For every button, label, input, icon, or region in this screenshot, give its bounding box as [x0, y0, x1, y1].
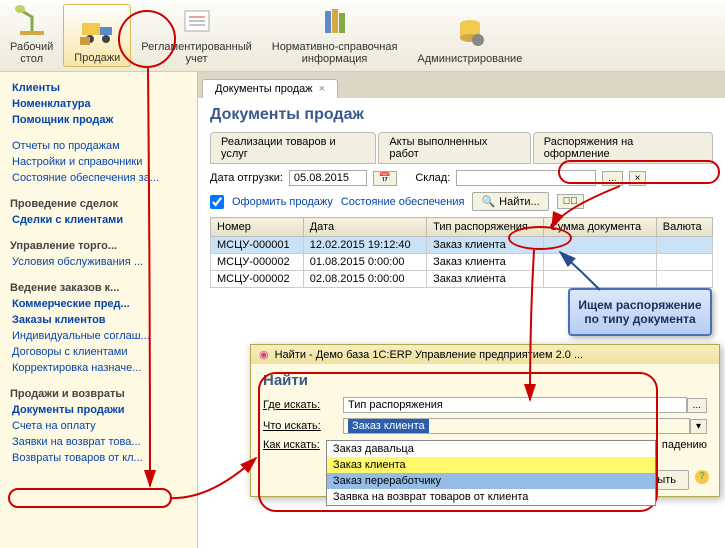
sidebar-item-contracts[interactable]: Договоры с клиентами: [4, 344, 193, 360]
close-icon[interactable]: ×: [319, 83, 325, 95]
help-icon[interactable]: ?: [695, 470, 709, 484]
col-currency[interactable]: Валюта: [656, 218, 712, 237]
sidebar-item-provision-state[interactable]: Состояние обеспечения за...: [4, 170, 193, 186]
sidebar-header-deals: Проведение сделок: [4, 196, 193, 212]
sidebar-item-nomenclature[interactable]: Номенклатура: [4, 96, 193, 112]
action-row: Оформить продажу Состояние обеспечения 🔍…: [210, 192, 713, 211]
desk-lamp-icon: [13, 3, 51, 39]
tab-sales-docs[interactable]: Документы продаж ×: [202, 79, 338, 98]
sidebar-item-return-requests[interactable]: Заявки на возврат това...: [4, 434, 193, 450]
sklad-input[interactable]: [456, 170, 596, 186]
issue-sale-link[interactable]: Оформить продажу: [232, 196, 333, 208]
table-row[interactable]: МСЦУ-000001 12.02.2015 19:12:40 Заказ кл…: [211, 237, 713, 254]
find-button[interactable]: 🔍 Найти...: [472, 192, 548, 211]
database-gear-icon: [451, 13, 489, 51]
toolbar-accounting[interactable]: Регламентированныйучет: [131, 4, 262, 67]
sidebar: Клиенты Номенклатура Помощник продаж Отч…: [0, 72, 198, 548]
where-select-button[interactable]: ...: [687, 398, 707, 413]
page-title: Документы продаж: [210, 106, 713, 124]
sidebar-item-commercial[interactable]: Коммерческие пред...: [4, 296, 193, 312]
toolbar-desktop[interactable]: Рабочийстол: [0, 4, 63, 67]
sidebar-header-orders: Ведение заказов к...: [4, 280, 193, 296]
sidebar-item-sales-docs[interactable]: Документы продажи: [4, 402, 193, 418]
sklad-select-button[interactable]: ...: [602, 171, 622, 186]
col-number[interactable]: Номер: [211, 218, 304, 237]
where-label: Где искать:: [263, 399, 343, 411]
date-input[interactable]: [289, 170, 367, 186]
sidebar-item-invoices[interactable]: Счета на оплату: [4, 418, 193, 434]
books-icon: [316, 3, 354, 39]
sidebar-header-trade: Управление торго...: [4, 238, 193, 254]
truck-icon: [78, 12, 116, 50]
dropdown-item[interactable]: Заказ давальца: [327, 441, 655, 457]
top-toolbar: Рабочийстол Продажи Регламентированныйуч…: [0, 0, 725, 72]
issue-sale-checkbox[interactable]: [210, 195, 224, 209]
app-icon: ◉: [259, 348, 269, 361]
find-dialog-titlebar[interactable]: ◉ Найти - Демо база 1C:ERP Управление пр…: [251, 345, 719, 364]
sidebar-item-client-deals[interactable]: Сделки с клиентами: [4, 212, 193, 228]
subtab-orders[interactable]: Распоряжения на оформление: [533, 132, 713, 164]
clear-find-button[interactable]: 🔍⃠: [557, 194, 584, 209]
magnifier-icon: 🔍: [481, 195, 495, 208]
sidebar-item-settings[interactable]: Настройки и справочники: [4, 154, 193, 170]
what-dropdown-button[interactable]: ▾: [690, 419, 707, 434]
dropdown-item[interactable]: Заявка на возврат товаров от клиента: [327, 489, 655, 505]
find-heading: Найти: [263, 372, 707, 389]
what-dropdown-list: Заказ давальца Заказ клиента Заказ перер…: [326, 440, 656, 506]
sklad-clear-button[interactable]: ×: [629, 171, 647, 186]
dropdown-item[interactable]: Заказ переработчику: [327, 473, 655, 489]
subtab-acts[interactable]: Акты выполненных работ: [378, 132, 530, 164]
sidebar-item-service-terms[interactable]: Условия обслуживания ...: [4, 254, 193, 270]
table-row[interactable]: МСЦУ-000002 02.08.2015 0:00:00 Заказ кли…: [211, 271, 713, 288]
subtab-realizations[interactable]: Реализации товаров и услуг: [210, 132, 376, 164]
sidebar-item-client-orders[interactable]: Заказы клиентов: [4, 312, 193, 328]
sub-tabs: Реализации товаров и услуг Акты выполнен…: [210, 132, 713, 164]
provision-state-link[interactable]: Состояние обеспечения: [341, 196, 465, 208]
where-input[interactable]: [343, 397, 687, 413]
table-row[interactable]: МСЦУ-000002 01.08.2015 0:00:00 Заказ кли…: [211, 254, 713, 271]
what-input[interactable]: Заказ клиента: [343, 418, 690, 434]
col-date[interactable]: Дата: [303, 218, 426, 237]
sidebar-item-sales-reports[interactable]: Отчеты по продажам: [4, 138, 193, 154]
toolbar-reference[interactable]: Нормативно-справочнаяинформация: [262, 4, 408, 67]
col-type[interactable]: Тип распоряжения: [427, 218, 544, 237]
sidebar-item-sales-assistant[interactable]: Помощник продаж: [4, 112, 193, 128]
toolbar-sales[interactable]: Продажи: [63, 4, 131, 67]
ledger-icon: [178, 3, 216, 39]
toolbar-admin[interactable]: Администрирование: [407, 4, 532, 67]
sidebar-header-sales-returns: Продажи и возвраты: [4, 386, 193, 402]
dropdown-item[interactable]: Заказ клиента: [327, 457, 655, 473]
sidebar-item-individual[interactable]: Индивидуальные соглаш...: [4, 328, 193, 344]
sklad-label: Склад:: [415, 172, 450, 184]
col-sum[interactable]: Сумма документа: [543, 218, 656, 237]
sidebar-item-correction[interactable]: Корректировка назначе...: [4, 360, 193, 376]
what-label: Что искать:: [263, 420, 343, 432]
annotation-callout: Ищем распоряжение по типу документа: [568, 288, 712, 336]
filter-row: Дата отгрузки: 📅 Склад: ... ×: [210, 170, 713, 186]
date-label: Дата отгрузки:: [210, 172, 283, 184]
orders-table: Номер Дата Тип распоряжения Сумма докуме…: [210, 217, 713, 288]
sidebar-item-returns[interactable]: Возвраты товаров от кл...: [4, 450, 193, 466]
tab-bar: Документы продаж ×: [198, 72, 725, 98]
calendar-icon[interactable]: 📅: [373, 171, 397, 186]
sidebar-item-clients[interactable]: Клиенты: [4, 80, 193, 96]
